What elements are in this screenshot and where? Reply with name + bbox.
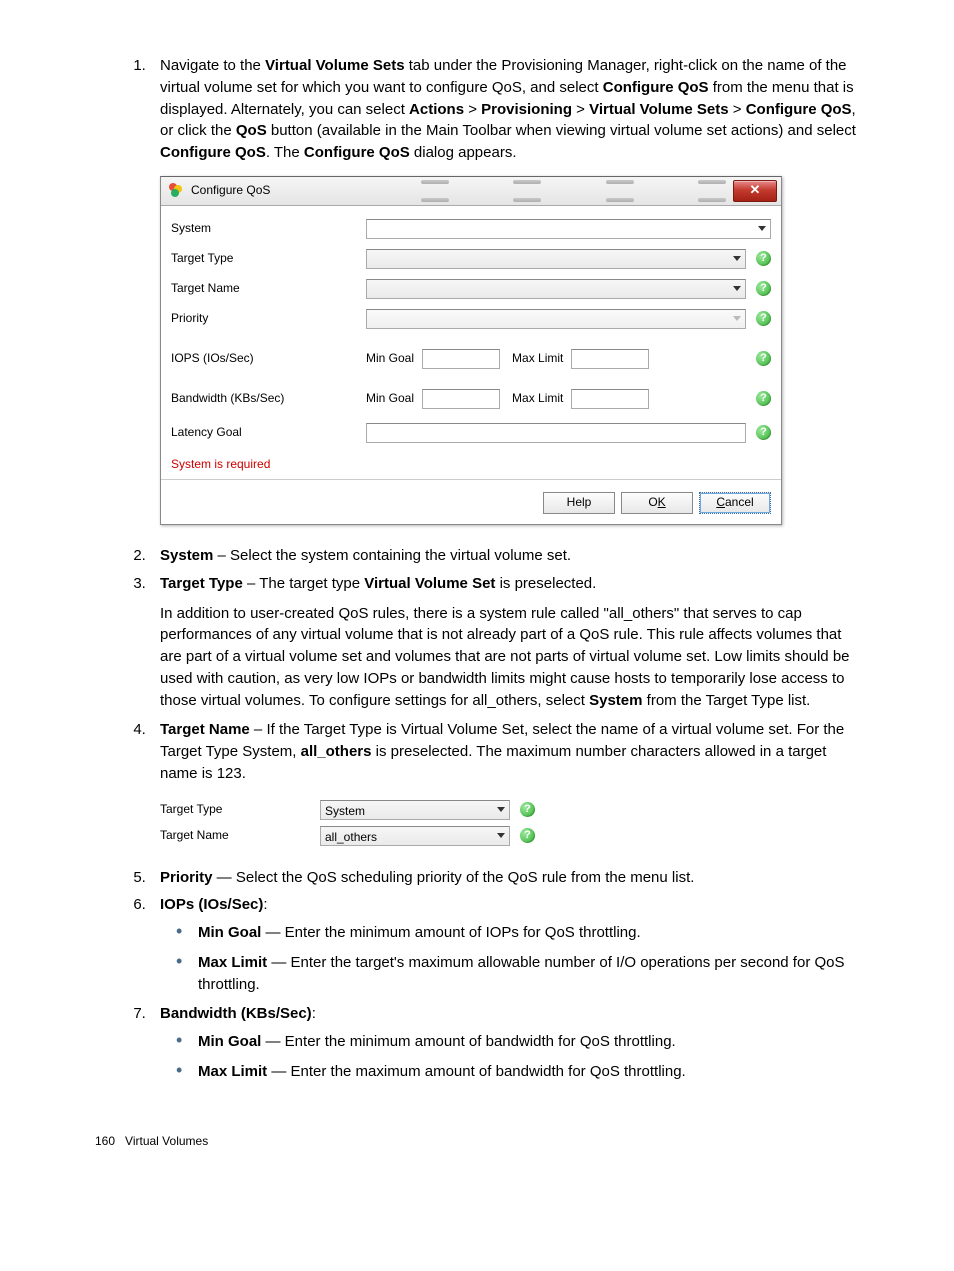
help-icon[interactable]: ? — [756, 311, 771, 326]
chevron-down-icon — [733, 316, 741, 321]
iops-min-input[interactable] — [422, 349, 500, 369]
target-name-select[interactable] — [366, 279, 746, 299]
min-goal-label: Min Goal — [366, 350, 414, 367]
max-limit-label: Max Limit — [512, 390, 563, 407]
page-number: 160 — [95, 1134, 115, 1148]
error-message: System is required — [171, 456, 771, 473]
step-7: Bandwidth (KBs/Sec): Min Goal — Enter th… — [150, 1003, 859, 1082]
target-type-label: Target Type — [171, 250, 366, 267]
list-item: Min Goal — Enter the minimum amount of I… — [198, 922, 859, 944]
priority-label: Priority — [171, 310, 366, 327]
list-item: Min Goal — Enter the minimum amount of b… — [198, 1031, 859, 1053]
latency-label: Latency Goal — [171, 424, 366, 441]
help-icon[interactable]: ? — [520, 828, 535, 843]
chevron-down-icon — [733, 256, 741, 261]
help-button[interactable]: Help — [543, 492, 615, 514]
target-name-label: Target Name — [171, 280, 366, 297]
app-icon — [169, 183, 185, 199]
separator — [161, 479, 781, 480]
target-name-value: all_others — [325, 829, 377, 846]
help-icon[interactable]: ? — [756, 251, 771, 266]
page-footer: 160 Virtual Volumes — [95, 1133, 859, 1150]
step-3: Target Type – The target type Virtual Vo… — [150, 573, 859, 712]
text: Navigate to the — [160, 57, 265, 74]
min-goal-label: Min Goal — [366, 390, 414, 407]
cancel-button[interactable]: Cancel — [699, 492, 771, 514]
target-name-label: Target Name — [160, 827, 320, 844]
section-title: Virtual Volumes — [125, 1134, 208, 1148]
chevron-down-icon — [497, 807, 505, 812]
target-type-snippet: Target Type System ? Target Name all_oth… — [160, 795, 580, 851]
latency-input[interactable] — [366, 423, 746, 443]
bandwidth-min-input[interactable] — [422, 389, 500, 409]
help-icon[interactable]: ? — [756, 425, 771, 440]
step-4: Target Name – If the Target Type is Virt… — [150, 719, 859, 850]
target-type-value: System — [325, 803, 365, 820]
bold: Virtual Volume Sets — [265, 57, 405, 74]
chevron-down-icon — [733, 286, 741, 291]
step-6: IOPs (IOs/Sec): Min Goal — Enter the min… — [150, 894, 859, 995]
close-button[interactable]: ✕ — [733, 180, 777, 202]
iops-max-input[interactable] — [571, 349, 649, 369]
system-select[interactable] — [366, 219, 771, 239]
iops-label: IOPS (IOs/Sec) — [171, 350, 366, 367]
titlebar[interactable]: Configure QoS ✕ — [161, 177, 781, 206]
bandwidth-max-input[interactable] — [571, 389, 649, 409]
target-type-label: Target Type — [160, 801, 320, 818]
chevron-down-icon — [758, 226, 766, 231]
system-label: System — [171, 220, 366, 237]
configure-qos-dialog: Configure QoS ✕ System Target Type — [160, 176, 782, 525]
dialog-title: Configure QoS — [191, 182, 270, 199]
target-type-select[interactable]: System — [320, 800, 510, 820]
bandwidth-label: Bandwidth (KBs/Sec) — [171, 390, 366, 407]
priority-select[interactable] — [366, 309, 746, 329]
step-5: Priority — Select the QoS scheduling pri… — [150, 867, 859, 889]
ok-button[interactable]: OK — [621, 492, 693, 514]
help-icon[interactable]: ? — [520, 802, 535, 817]
list-item: Max Limit — Enter the maximum amount of … — [198, 1061, 859, 1083]
target-name-select[interactable]: all_others — [320, 826, 510, 846]
step-2: System – Select the system containing th… — [150, 545, 859, 567]
max-limit-label: Max Limit — [512, 350, 563, 367]
titlebar-grips — [421, 180, 726, 202]
help-icon[interactable]: ? — [756, 351, 771, 366]
list-item: Max Limit — Enter the target's maximum a… — [198, 952, 859, 996]
help-icon[interactable]: ? — [756, 281, 771, 296]
close-icon: ✕ — [750, 181, 761, 200]
chevron-down-icon — [497, 833, 505, 838]
help-icon[interactable]: ? — [756, 391, 771, 406]
target-type-select[interactable] — [366, 249, 746, 269]
step-1: Navigate to the Virtual Volume Sets tab … — [150, 55, 859, 525]
